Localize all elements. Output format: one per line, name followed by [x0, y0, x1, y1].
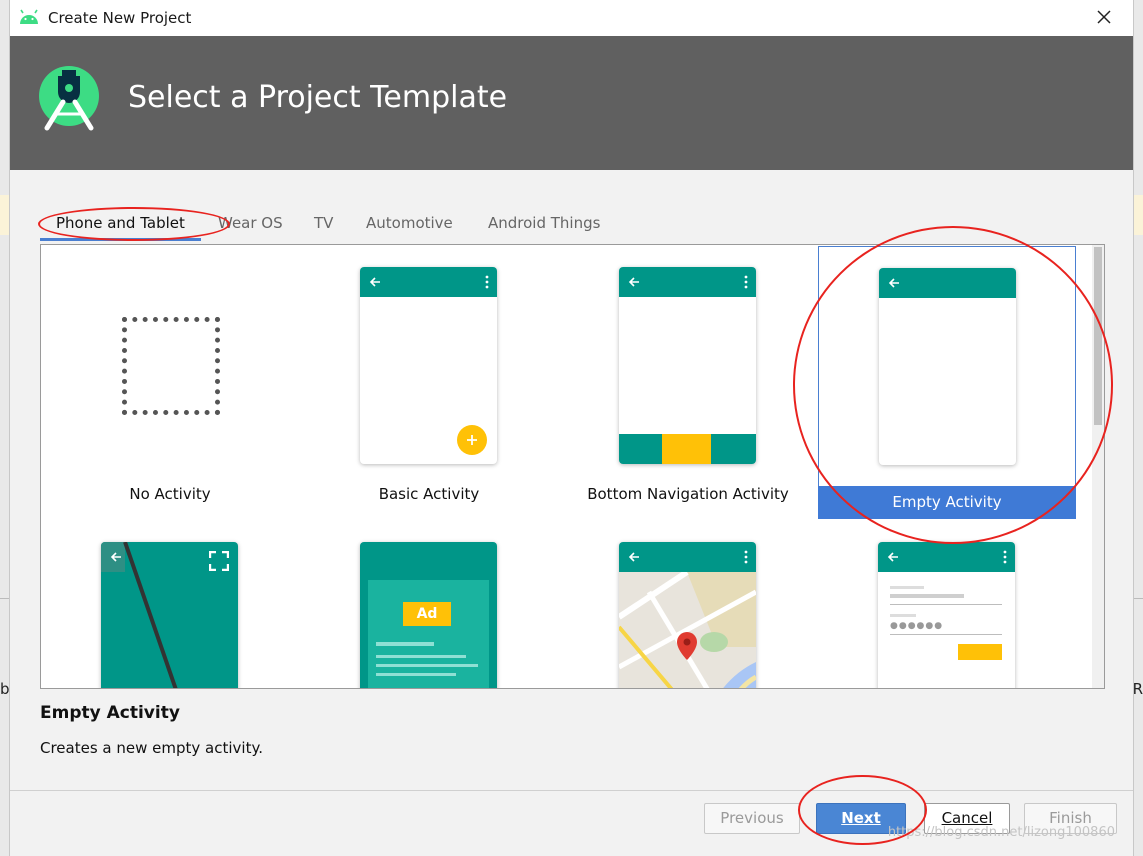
- template-no-activity[interactable]: No Activity: [41, 245, 299, 517]
- field-underline: [890, 634, 1002, 635]
- phone-preview: ●●●●●●: [878, 542, 1015, 688]
- phone-preview: [619, 267, 756, 464]
- field-underline: [890, 604, 1002, 605]
- template-login-activity[interactable]: ●●●●●●: [818, 520, 1076, 688]
- text-line-placeholder: [376, 642, 434, 646]
- map-preview: [619, 572, 756, 688]
- sign-in-button-preview: [958, 644, 1002, 660]
- password-dots: ●●●●●●: [890, 621, 944, 631]
- background-strip: [1134, 195, 1143, 235]
- dialog-header: Select a Project Template: [10, 36, 1133, 170]
- background-strip: [0, 195, 9, 235]
- annotation-ellipse: [38, 207, 230, 241]
- bottom-navigation-active-item: [662, 434, 711, 464]
- more-vert-icon: [485, 275, 489, 289]
- tab-android-things[interactable]: Android Things: [488, 214, 600, 232]
- fab-add-icon: [457, 425, 487, 455]
- tab-automotive[interactable]: Automotive: [366, 214, 453, 232]
- template-label: No Activity: [129, 485, 211, 503]
- template-bottom-navigation-activity[interactable]: Bottom Navigation Activity: [559, 245, 817, 517]
- background-text: R: [1132, 680, 1143, 698]
- background-divider: [0, 598, 9, 599]
- template-fullscreen-activity[interactable]: [41, 520, 299, 688]
- template-label: Basic Activity: [378, 485, 480, 503]
- phone-preview: [360, 267, 497, 464]
- template-description-text: Creates a new empty activity.: [40, 739, 263, 757]
- annotation-ellipse: [798, 775, 927, 845]
- phone-preview: [619, 542, 756, 688]
- previous-button[interactable]: Previous: [704, 803, 800, 834]
- template-google-maps-activity[interactable]: [559, 520, 817, 688]
- template-description-title: Empty Activity: [40, 703, 180, 723]
- back-arrow-icon: [369, 277, 380, 287]
- text-line-placeholder: [376, 664, 478, 667]
- back-arrow-icon: [628, 552, 639, 562]
- bottom-navigation-bar: [619, 434, 756, 464]
- ad-content-card: Ad: [368, 580, 489, 688]
- template-basic-activity[interactable]: Basic Activity: [300, 245, 558, 517]
- empty-template-icon: [122, 317, 220, 415]
- field-value-placeholder: [890, 594, 964, 598]
- more-vert-icon: [744, 550, 748, 564]
- field-label-placeholder: [890, 614, 916, 617]
- template-ad-activity[interactable]: Ad: [300, 520, 558, 688]
- android-studio-logo-icon: [39, 66, 99, 131]
- fullscreen-icon: [209, 551, 229, 571]
- close-icon[interactable]: [1093, 6, 1115, 28]
- annotation-ellipse: [793, 226, 1113, 544]
- page-title: Select a Project Template: [128, 80, 508, 115]
- app-bar: [878, 542, 1015, 572]
- more-vert-icon: [744, 275, 748, 289]
- android-icon: [20, 9, 38, 24]
- window-title: Create New Project: [48, 9, 192, 27]
- phone-preview: [101, 542, 238, 688]
- app-bar: [619, 542, 756, 572]
- footer-divider: [10, 790, 1133, 791]
- text-line-placeholder: [376, 673, 456, 676]
- back-arrow-icon: [887, 552, 898, 562]
- back-arrow-icon: [628, 277, 639, 287]
- ad-badge: Ad: [403, 602, 451, 626]
- watermark: https://blog.csdn.net/lizong100860: [887, 825, 1115, 840]
- title-bar: Create New Project: [10, 0, 1133, 36]
- text-line-placeholder: [376, 655, 466, 658]
- template-label: Bottom Navigation Activity: [587, 485, 789, 503]
- more-vert-icon: [1003, 550, 1007, 564]
- tab-tv[interactable]: TV: [314, 214, 333, 232]
- background-divider: [1134, 598, 1143, 599]
- field-label-placeholder: [890, 586, 924, 589]
- app-bar: [360, 267, 497, 297]
- back-arrow-icon: [110, 552, 121, 562]
- phone-preview: Ad: [360, 542, 497, 688]
- app-bar: [619, 267, 756, 297]
